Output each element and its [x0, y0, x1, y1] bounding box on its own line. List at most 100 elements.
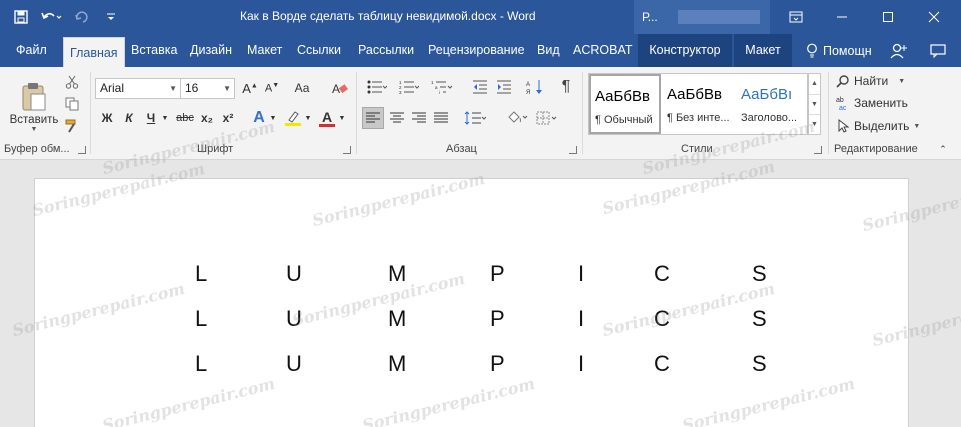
numbering-button[interactable]: 123	[396, 77, 422, 97]
align-left-button[interactable]	[362, 107, 384, 129]
collapse-ribbon-button[interactable]: ⌃	[936, 143, 950, 155]
sort-button[interactable]: AЯ	[524, 77, 546, 97]
tab-insert[interactable]: Вставка	[131, 34, 177, 67]
share-button[interactable]	[890, 34, 908, 67]
tab-view[interactable]: Вид	[537, 34, 560, 67]
tab-design[interactable]: Дизайн	[190, 34, 232, 67]
subscript-button[interactable]: x₂	[198, 109, 216, 127]
table-cell[interactable]: L	[195, 306, 207, 332]
table-cell[interactable]: P	[490, 351, 505, 377]
table-cell[interactable]: M	[388, 351, 406, 377]
redo-button[interactable]	[68, 4, 94, 30]
font-color-dropdown[interactable]: ▼	[337, 109, 347, 127]
italic-button[interactable]: К	[120, 109, 138, 127]
tab-file[interactable]: Файл	[16, 34, 47, 67]
table-cell[interactable]: C	[654, 351, 670, 377]
undo-button[interactable]	[38, 4, 64, 30]
more-styles-icon[interactable]: ▼	[809, 114, 820, 134]
format-painter-button[interactable]	[63, 117, 81, 135]
strikethrough-button[interactable]: abc	[174, 109, 196, 127]
tab-table-design[interactable]: Конструктор	[638, 34, 732, 67]
table-cell[interactable]: S	[752, 306, 767, 332]
paste-button[interactable]: Вставить ▼	[8, 73, 60, 141]
text-effects-button[interactable]: A	[250, 108, 268, 128]
clipboard-launcher[interactable]	[78, 146, 86, 154]
font-size-combo[interactable]: 16 ▼	[180, 78, 235, 99]
underline-dropdown[interactable]: ▼	[160, 109, 170, 127]
tab-home[interactable]: Главная	[63, 37, 125, 67]
change-case-button[interactable]: Аа	[292, 79, 312, 97]
font-color-button[interactable]: A	[318, 108, 336, 128]
multilevel-list-button[interactable]: 1ai	[428, 77, 456, 97]
bullets-button[interactable]	[364, 77, 390, 97]
scroll-down-icon[interactable]: ▼	[809, 94, 820, 114]
ribbon-display-button[interactable]	[773, 0, 819, 34]
bold-button[interactable]: Ж	[98, 109, 116, 127]
tab-mailings[interactable]: Рассылки	[358, 34, 414, 67]
highlight-button[interactable]	[282, 108, 304, 128]
tab-acrobat[interactable]: ACROBAT	[573, 34, 633, 67]
table-cell[interactable]: P	[490, 306, 505, 332]
grow-font-button[interactable]: A▲	[240, 79, 260, 97]
select-button[interactable]: Выделить ▼	[836, 117, 920, 135]
table-cell[interactable]: U	[286, 261, 302, 287]
highlight-dropdown[interactable]: ▼	[303, 109, 313, 127]
clear-formatting-button[interactable]: A	[330, 79, 350, 97]
superscript-button[interactable]: x²	[219, 109, 237, 127]
style-normal[interactable]: АаБбВв ¶ Обычный	[589, 74, 661, 134]
table-cell[interactable]: U	[286, 306, 302, 332]
tab-review[interactable]: Рецензирование	[428, 34, 525, 67]
cut-button[interactable]	[63, 73, 81, 91]
styles-scrollbar[interactable]: ▲ ▼ ▼	[808, 73, 821, 135]
shrink-font-button[interactable]: A▼	[262, 79, 282, 97]
underline-button[interactable]: Ч	[142, 109, 160, 127]
justify-button[interactable]	[430, 107, 452, 129]
copy-button[interactable]	[63, 95, 81, 113]
table-cell[interactable]: M	[388, 261, 406, 287]
font-name-combo[interactable]: Arial ▼	[95, 78, 181, 99]
show-marks-button[interactable]: ¶	[556, 77, 576, 97]
font-launcher[interactable]	[343, 146, 351, 154]
tab-table-layout[interactable]: Макет	[734, 34, 792, 67]
text-effects-dropdown[interactable]: ▼	[268, 109, 278, 127]
account-area[interactable]: Р...	[634, 0, 770, 34]
tab-references[interactable]: Ссылки	[297, 34, 341, 67]
tell-me-box[interactable]: Помощн	[806, 34, 872, 67]
line-spacing-button[interactable]	[462, 107, 488, 129]
style-no-spacing[interactable]: АаБбВв ¶ Без инте...	[663, 74, 735, 134]
table-cell[interactable]: C	[654, 306, 670, 332]
close-button[interactable]	[911, 0, 957, 34]
table-cell[interactable]: M	[388, 306, 406, 332]
increase-indent-button[interactable]	[494, 77, 514, 97]
table-cell[interactable]: C	[654, 261, 670, 287]
paragraph-launcher[interactable]	[569, 146, 577, 154]
styles-launcher[interactable]	[814, 146, 822, 154]
minimize-button[interactable]	[819, 0, 865, 34]
tab-layout[interactable]: Макет	[247, 34, 282, 67]
borders-button[interactable]	[534, 107, 560, 129]
table-cell[interactable]: L	[195, 261, 207, 287]
align-center-button[interactable]	[386, 107, 408, 129]
scroll-up-icon[interactable]: ▲	[809, 74, 820, 94]
table-cell[interactable]: I	[578, 306, 584, 332]
table-cell[interactable]: U	[286, 351, 302, 377]
find-button[interactable]: Найти ▼	[836, 72, 905, 90]
table-cell[interactable]: I	[578, 261, 584, 287]
document-page[interactable]: L U M P I C S L U M P I C S L U M P I C …	[34, 178, 909, 427]
table-cell[interactable]: I	[578, 351, 584, 377]
comments-button[interactable]	[930, 34, 946, 67]
table-cell[interactable]: P	[490, 261, 505, 287]
customize-qat-button[interactable]	[98, 4, 124, 30]
maximize-button[interactable]	[865, 0, 911, 34]
table-cell[interactable]: S	[752, 351, 767, 377]
decrease-indent-button[interactable]	[470, 77, 490, 97]
style-heading[interactable]: АаБбВı Заголово...	[737, 74, 809, 134]
vertical-scrollbar[interactable]	[946, 160, 961, 427]
align-right-button[interactable]	[408, 107, 430, 129]
shading-button[interactable]	[504, 107, 530, 129]
table-cell[interactable]: L	[195, 351, 207, 377]
styles-gallery: АаБбВв ¶ Обычный АаБбВв ¶ Без инте... Аа…	[588, 73, 808, 135]
save-button[interactable]	[8, 4, 34, 30]
replace-button[interactable]: ab ac Заменить	[836, 94, 908, 112]
table-cell[interactable]: S	[752, 261, 767, 287]
